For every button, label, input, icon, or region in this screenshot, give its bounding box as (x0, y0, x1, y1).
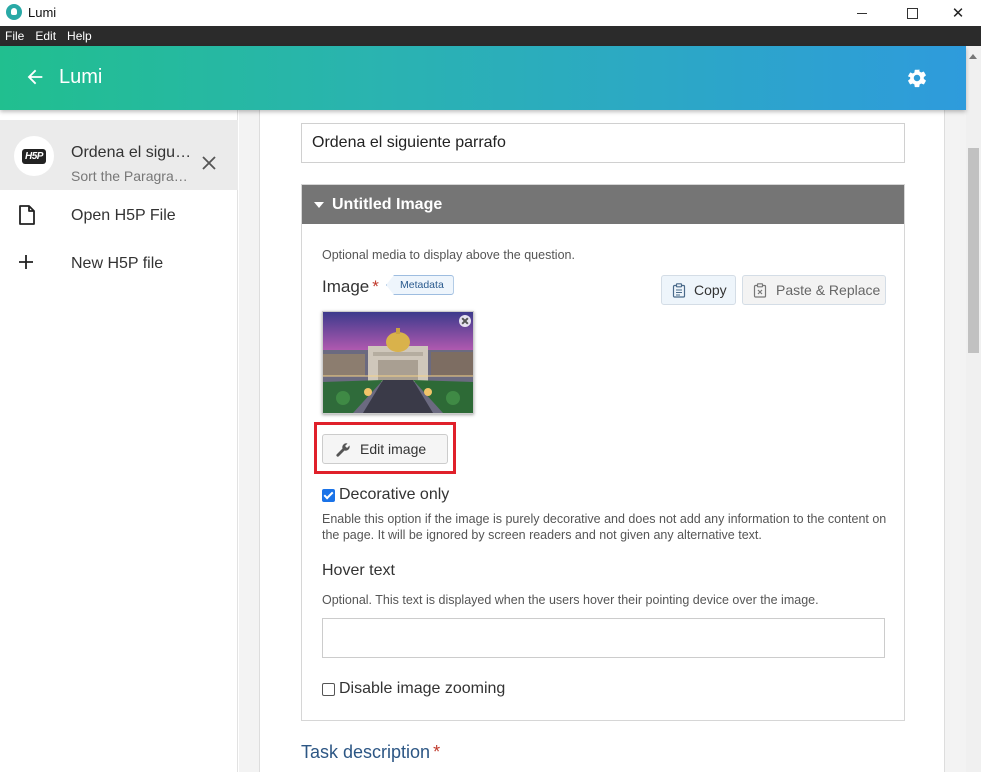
lumi-app-icon (6, 4, 22, 20)
palace-photo (323, 312, 473, 413)
wrench-icon (336, 443, 350, 457)
sidebar-item-label: New H5P file (71, 255, 164, 272)
sidebar-item-new-h5p[interactable]: New H5P file (0, 244, 238, 284)
copy-button[interactable]: Copy (661, 275, 736, 305)
hover-text-label: Hover text (322, 562, 395, 579)
close-window-button[interactable]: ✕ (935, 0, 981, 26)
window-titlebar: Lumi ✕ (0, 0, 981, 26)
h5p-file-avatar: H5P (14, 136, 54, 176)
close-file-icon[interactable] (200, 154, 218, 172)
file-icon (19, 205, 35, 225)
caret-down-icon (314, 201, 324, 208)
sidebar: H5P Ordena el siguiente parrafo Sort the… (0, 110, 238, 772)
metadata-button[interactable]: Metadata (386, 275, 454, 295)
disable-zoom-checkbox[interactable] (322, 682, 335, 696)
image-field-label: Image * (322, 277, 379, 297)
current-file-title: Ordena el siguiente parrafo (71, 144, 193, 161)
image-group-description: Optional media to display above the ques… (322, 248, 575, 262)
menu-file[interactable]: File (5, 29, 24, 43)
plus-icon (19, 255, 33, 269)
title-input[interactable]: Ordena el siguiente parrafo (301, 123, 905, 163)
maximize-button[interactable] (889, 0, 935, 26)
main-content: Ordena el siguiente parrafo Untitled Ima… (239, 110, 966, 772)
app-header: Lumi (0, 46, 966, 110)
image-label-text: Image (322, 277, 370, 296)
menu-edit[interactable]: Edit (35, 29, 56, 43)
image-thumbnail[interactable] (322, 311, 474, 414)
decorative-only-checkbox[interactable] (322, 488, 335, 502)
hover-text-input[interactable] (322, 618, 885, 658)
copy-label: Copy (694, 282, 727, 298)
required-mark: * (433, 742, 441, 762)
scroll-up-arrow-icon[interactable] (969, 54, 977, 59)
window-title: Lumi (28, 5, 57, 20)
vertical-scrollbar[interactable] (966, 46, 981, 772)
required-mark: * (372, 277, 379, 296)
edit-image-button[interactable]: Edit image (322, 434, 448, 464)
paste-label: Paste & Replace (776, 282, 881, 298)
sidebar-item-open-h5p[interactable]: Open H5P File (0, 196, 238, 236)
menu-help[interactable]: Help (67, 29, 92, 43)
decorative-only-description: Enable this option if the image is purel… (322, 512, 887, 542)
image-group: Untitled Image Optional media to display… (301, 184, 905, 721)
image-group-header[interactable]: Untitled Image (302, 185, 904, 224)
paste-icon (753, 283, 767, 298)
scrollbar-thumb[interactable] (968, 148, 979, 353)
task-description-text: Task description (301, 742, 431, 762)
remove-image-icon[interactable] (459, 315, 471, 327)
disable-zoom-checkbox-row[interactable]: Disable image zooming (322, 680, 505, 698)
image-group-title: Untitled Image (332, 195, 443, 213)
copy-icon (672, 283, 686, 298)
current-file-subtitle: Sort the Paragraphs (71, 168, 189, 184)
minimize-button[interactable] (839, 0, 885, 26)
disable-zoom-label: Disable image zooming (339, 680, 506, 697)
hover-text-description: Optional. This text is displayed when th… (322, 593, 819, 607)
back-arrow-icon[interactable] (24, 66, 46, 88)
sidebar-current-file[interactable]: H5P Ordena el siguiente parrafo Sort the… (0, 120, 238, 190)
paste-replace-button[interactable]: Paste & Replace (742, 275, 886, 305)
app-title: Lumi (59, 66, 103, 88)
h5p-editor-form: Ordena el siguiente parrafo Untitled Ima… (259, 110, 945, 772)
task-description-label: Task description * (301, 742, 440, 763)
decorative-only-label: Decorative only (339, 486, 450, 503)
decorative-only-checkbox-row[interactable]: Decorative only (322, 486, 449, 504)
settings-gear-icon[interactable] (906, 67, 928, 89)
edit-image-label: Edit image (360, 441, 427, 457)
menu-bar: File Edit Help (0, 26, 981, 46)
sidebar-item-label: Open H5P File (71, 207, 176, 224)
h5p-logo-icon: H5P (22, 148, 46, 164)
